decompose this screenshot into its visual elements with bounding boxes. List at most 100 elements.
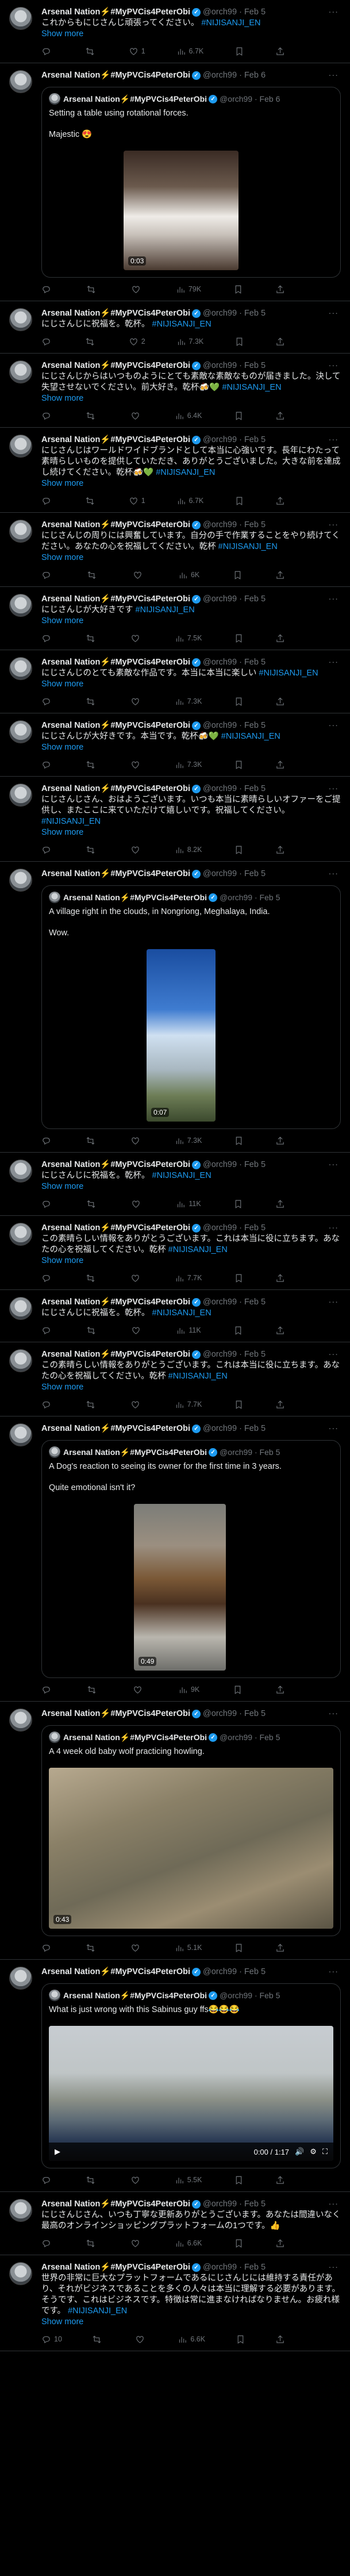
quoted-tweet[interactable]: Arsenal Nation⚡#MyPVCis4PeterObi ✓ @orch99… bbox=[41, 1440, 341, 1678]
tweet[interactable]: Arsenal Nation⚡#MyPVCis4PeterObi ✓ @orch99… bbox=[0, 1342, 350, 1416]
more-options-icon[interactable]: ··· bbox=[329, 1349, 341, 1360]
views-button[interactable]: 6.7K bbox=[172, 494, 209, 508]
bookmark-button[interactable] bbox=[229, 2173, 248, 2187]
hashtag-link[interactable]: #NIJISANJI_EN bbox=[201, 18, 260, 28]
like-button[interactable] bbox=[126, 2173, 148, 2187]
retweet-button[interactable] bbox=[81, 1398, 103, 1412]
share-button[interactable] bbox=[271, 694, 290, 709]
hashtag-link[interactable]: #NIJISANJI_EN bbox=[152, 1308, 211, 1318]
author-handle[interactable]: @orch99 bbox=[203, 1223, 237, 1234]
hashtag-link[interactable]: #NIJISANJI_EN bbox=[68, 2306, 127, 2316]
more-options-icon[interactable]: ··· bbox=[329, 869, 341, 880]
like-button[interactable] bbox=[126, 282, 148, 297]
avatar[interactable] bbox=[9, 1349, 32, 1372]
avatar[interactable] bbox=[9, 308, 32, 331]
reply-button[interactable] bbox=[37, 1941, 59, 1955]
like-button[interactable] bbox=[126, 631, 148, 646]
retweet-button[interactable] bbox=[81, 694, 103, 709]
views-button[interactable]: 7.7K bbox=[170, 1398, 207, 1412]
author-handle[interactable]: @orch99 bbox=[203, 869, 237, 880]
reply-button[interactable] bbox=[37, 1683, 59, 1697]
show-more-link[interactable]: Show more bbox=[41, 393, 341, 404]
bookmark-button[interactable] bbox=[229, 1271, 248, 1285]
share-button[interactable] bbox=[271, 2173, 290, 2187]
share-button[interactable] bbox=[271, 1683, 290, 1697]
tweet[interactable]: Arsenal Nation⚡#MyPVCis4PeterObi ✓ @orch99… bbox=[0, 63, 350, 301]
author-handle[interactable]: @orch99 bbox=[203, 784, 237, 794]
like-button[interactable] bbox=[126, 1323, 148, 1338]
tweet[interactable]: Arsenal Nation⚡#MyPVCis4PeterObi ✓ @orch99… bbox=[0, 354, 350, 428]
share-button[interactable] bbox=[271, 568, 290, 582]
views-button[interactable]: 5.5K bbox=[170, 2173, 207, 2187]
show-more-link[interactable]: Show more bbox=[41, 1181, 341, 1192]
share-button[interactable] bbox=[271, 1271, 290, 1285]
share-button[interactable] bbox=[271, 1398, 290, 1412]
more-options-icon[interactable]: ··· bbox=[329, 1160, 341, 1170]
avatar[interactable] bbox=[9, 2199, 32, 2222]
like-button[interactable]: 1 bbox=[124, 44, 150, 59]
more-options-icon[interactable]: ··· bbox=[329, 657, 341, 668]
retweet-button[interactable] bbox=[81, 409, 103, 423]
avatar[interactable] bbox=[9, 1967, 32, 1990]
reply-button[interactable] bbox=[37, 2173, 59, 2187]
retweet-button[interactable] bbox=[82, 568, 104, 582]
tweet-date[interactable]: · Feb 5 bbox=[239, 594, 266, 605]
views-button[interactable]: 11K bbox=[171, 1323, 205, 1338]
avatar[interactable] bbox=[9, 594, 32, 617]
share-button[interactable] bbox=[271, 282, 290, 297]
bookmark-button[interactable] bbox=[229, 843, 248, 857]
views-button[interactable]: 7.3K bbox=[170, 694, 207, 709]
more-options-icon[interactable]: ··· bbox=[329, 1709, 341, 1719]
avatar[interactable] bbox=[9, 435, 32, 458]
bookmark-button[interactable] bbox=[230, 494, 249, 508]
avatar[interactable] bbox=[9, 1223, 32, 1246]
author-name[interactable]: Arsenal Nation⚡#MyPVCis4PeterObi bbox=[41, 2262, 190, 2273]
bookmark-button[interactable] bbox=[228, 1683, 247, 1697]
author-handle[interactable]: @orch99 bbox=[203, 308, 237, 319]
tweet[interactable]: Arsenal Nation⚡#MyPVCis4PeterObi ✓ @orch99… bbox=[0, 1702, 350, 1960]
like-button[interactable] bbox=[126, 1134, 148, 1148]
share-button[interactable] bbox=[271, 631, 290, 646]
more-options-icon[interactable]: ··· bbox=[329, 520, 341, 531]
tweet[interactable]: Arsenal Nation⚡#MyPVCis4PeterObi ✓ @orch99… bbox=[0, 713, 350, 777]
tweet-date[interactable]: · Feb 5 bbox=[239, 1160, 266, 1170]
author-handle[interactable]: @orch99 bbox=[203, 1349, 237, 1360]
avatar[interactable] bbox=[9, 1160, 32, 1183]
more-options-icon[interactable]: ··· bbox=[329, 784, 341, 794]
share-button[interactable] bbox=[271, 843, 290, 857]
bookmark-button[interactable] bbox=[229, 282, 248, 297]
volume-icon[interactable]: 🔊 bbox=[295, 2147, 304, 2156]
share-button[interactable] bbox=[271, 44, 290, 59]
author-handle[interactable]: @orch99 bbox=[203, 435, 237, 446]
author-name[interactable]: Arsenal Nation⚡#MyPVCis4PeterObi bbox=[41, 720, 190, 731]
avatar[interactable] bbox=[9, 1297, 32, 1320]
tweet-date[interactable]: · Feb 5 bbox=[239, 2262, 266, 2273]
like-button[interactable]: 1 bbox=[124, 494, 150, 508]
bookmark-button[interactable] bbox=[229, 1197, 248, 1211]
tweet-date[interactable]: · Feb 5 bbox=[239, 435, 266, 446]
author-handle[interactable]: @orch99 bbox=[203, 657, 237, 668]
author-handle[interactable]: @orch99 bbox=[203, 720, 237, 731]
author-handle[interactable]: @orch99 bbox=[203, 1709, 237, 1719]
tweet-date[interactable]: · Feb 5 bbox=[239, 1967, 266, 1978]
reply-button[interactable] bbox=[37, 494, 59, 508]
more-options-icon[interactable]: ··· bbox=[329, 360, 341, 371]
author-handle[interactable]: @orch99 bbox=[203, 1967, 237, 1978]
retweet-button[interactable] bbox=[81, 631, 103, 646]
bookmark-button[interactable] bbox=[229, 631, 248, 646]
reply-button[interactable] bbox=[37, 1271, 59, 1285]
tweet-date[interactable]: · Feb 6 bbox=[239, 70, 266, 81]
tweet-date[interactable]: · Feb 5 bbox=[239, 1223, 266, 1234]
reply-button[interactable] bbox=[37, 2236, 59, 2251]
author-handle[interactable]: @orch99 bbox=[203, 594, 237, 605]
author-handle[interactable]: @orch99 bbox=[203, 7, 237, 18]
show-more-link[interactable]: Show more bbox=[41, 616, 341, 627]
hashtag-link[interactable]: #NIJISANJI_EN bbox=[152, 1171, 211, 1180]
author-name[interactable]: Arsenal Nation⚡#MyPVCis4PeterObi bbox=[41, 1709, 190, 1719]
author-handle[interactable]: @orch99 bbox=[203, 520, 237, 531]
more-options-icon[interactable]: ··· bbox=[329, 1967, 341, 1978]
share-button[interactable] bbox=[271, 1197, 290, 1211]
tweet[interactable]: Arsenal Nation⚡#MyPVCis4PeterObi ✓ @orch99… bbox=[0, 650, 350, 713]
reply-button[interactable] bbox=[37, 694, 59, 709]
author-name[interactable]: Arsenal Nation⚡#MyPVCis4PeterObi bbox=[41, 435, 190, 446]
